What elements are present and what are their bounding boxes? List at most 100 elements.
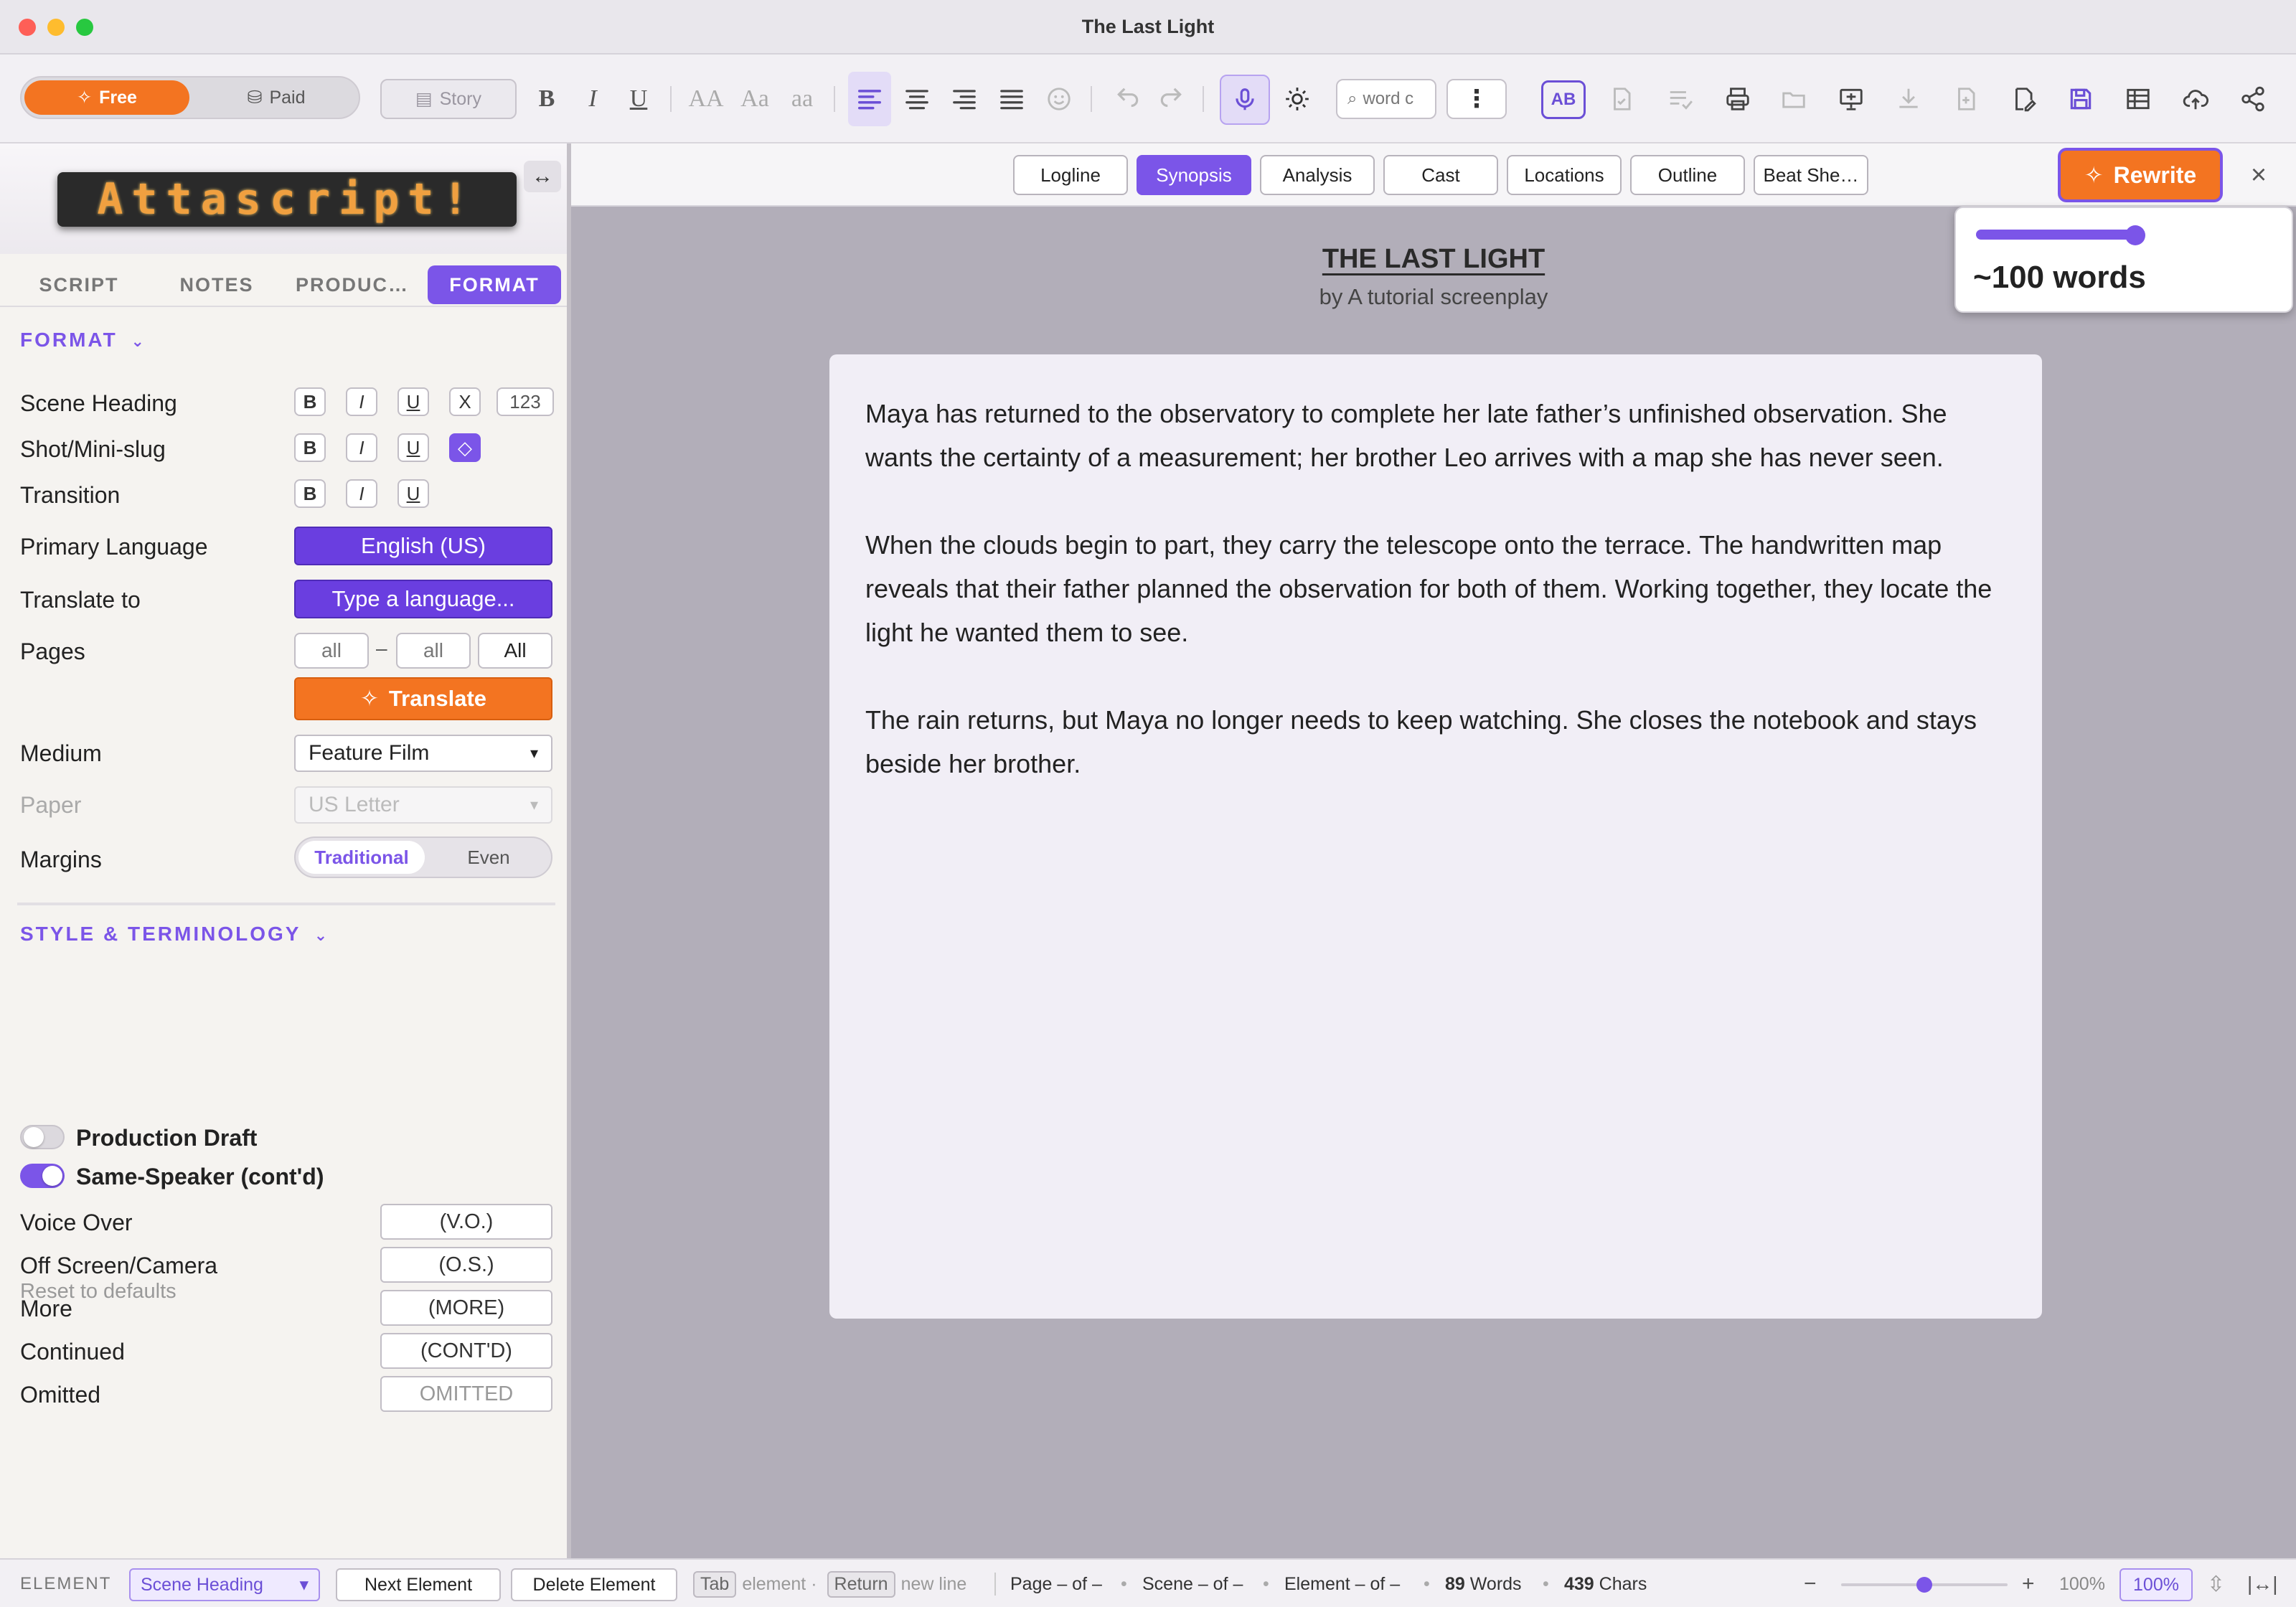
scene-heading-bold-button[interactable]: B	[294, 387, 326, 416]
print-icon[interactable]	[1719, 80, 1756, 118]
tab-locations[interactable]: Locations	[1507, 155, 1622, 195]
bold-icon[interactable]: B	[528, 79, 565, 119]
term-input-more[interactable]: (MORE)	[380, 1290, 552, 1326]
left-panel: Attascript! ↔ SCRIPT NOTES PRODUC… FORMA…	[0, 143, 571, 1558]
transition-underline-button[interactable]: U	[397, 479, 429, 508]
rewrite-button[interactable]: ✧ Rewrite	[2061, 151, 2220, 199]
save-icon[interactable]	[2062, 80, 2099, 118]
italic-icon[interactable]: I	[574, 79, 611, 119]
doc-check-icon[interactable]	[1603, 80, 1640, 118]
tab-format[interactable]: FORMAT	[428, 265, 561, 304]
margins-even-option[interactable]: Even	[428, 841, 550, 874]
new-doc-icon[interactable]	[1947, 80, 1985, 118]
logo-area: Attascript! ↔	[0, 143, 567, 254]
tab-analysis[interactable]: Analysis	[1260, 155, 1375, 195]
tab-beat-sheet[interactable]: Beat She…	[1754, 155, 1868, 195]
close-icon[interactable]: ×	[2241, 158, 2276, 192]
align-center-icon[interactable]	[898, 80, 936, 118]
presentation-icon[interactable]	[1832, 80, 1870, 118]
tab-script[interactable]: SCRIPT	[14, 265, 144, 304]
tab-outline[interactable]: Outline	[1630, 155, 1745, 195]
title-bar: The Last Light	[0, 0, 2296, 55]
undo-icon[interactable]	[1109, 80, 1147, 118]
zoom-in-button[interactable]: +	[2022, 1560, 2035, 1607]
tab-cast[interactable]: Cast	[1383, 155, 1498, 195]
brightness-icon[interactable]	[1279, 80, 1316, 118]
zoom-reset-button[interactable]: 100%	[2119, 1568, 2193, 1601]
synopsis-page[interactable]: Maya has returned to the observatory to …	[829, 354, 2042, 1319]
shot-bold-button[interactable]: B	[294, 433, 326, 462]
scene-heading-italic-button[interactable]: I	[346, 387, 377, 416]
plan-paid-button[interactable]: ⛁ Paid	[201, 80, 352, 115]
same-speaker-toggle[interactable]	[20, 1164, 65, 1188]
shot-underline-button[interactable]: U	[397, 433, 429, 462]
shot-diamond-icon[interactable]: ◇	[449, 433, 481, 462]
term-input-voice-over[interactable]: (V.O.)	[380, 1204, 552, 1240]
font-size-large-button[interactable]: AA	[683, 79, 729, 119]
toolbar-divider	[1091, 86, 1092, 112]
align-left-icon[interactable]	[848, 72, 891, 126]
medium-value: Feature Film	[309, 741, 430, 765]
fit-height-icon[interactable]: ⇳	[2207, 1560, 2225, 1607]
font-size-small-button[interactable]: aa	[781, 79, 824, 119]
zoom-out-button[interactable]: −	[1804, 1560, 1817, 1607]
font-size-medium-button[interactable]: Aa	[732, 79, 778, 119]
scene-heading-caps-button[interactable]: X	[449, 387, 481, 416]
table-icon[interactable]	[2119, 80, 2157, 118]
reset-defaults-link[interactable]: Reset to defaults	[20, 1280, 177, 1304]
translate-button[interactable]: ✧ Translate	[294, 677, 552, 720]
shot-italic-button[interactable]: I	[346, 433, 377, 462]
sparkle-icon: ✧	[359, 686, 379, 711]
share-icon[interactable]	[2234, 80, 2272, 118]
term-input-continued[interactable]: (CONT'D)	[380, 1333, 552, 1369]
pages-to-input[interactable]: all	[396, 633, 471, 669]
pages-all-button[interactable]: All	[478, 633, 552, 669]
length-slider-track[interactable]	[1976, 230, 2134, 240]
medium-select[interactable]: Feature Film ▾	[294, 735, 552, 772]
transition-bold-button[interactable]: B	[294, 479, 326, 508]
pages-from-input[interactable]: all	[294, 633, 369, 669]
justify-icon[interactable]	[993, 80, 1030, 118]
element-type-select[interactable]: Scene Heading ▾	[129, 1568, 320, 1601]
zoom-slider[interactable]	[1841, 1577, 2008, 1593]
microphone-icon[interactable]	[1220, 75, 1270, 125]
word-count-label: Words	[1469, 1573, 1522, 1594]
tab-production[interactable]: PRODUC…	[286, 265, 419, 304]
spellcheck-icon[interactable]: AB	[1541, 80, 1586, 119]
download-icon[interactable]	[1890, 80, 1927, 118]
keyboard-hints: Tab element · Return new line	[693, 1560, 966, 1607]
search-input[interactable]: ⌕ word c	[1336, 79, 1436, 119]
length-slider-handle[interactable]	[2125, 225, 2145, 245]
underline-icon[interactable]: U	[620, 79, 657, 119]
tab-logline[interactable]: Logline	[1013, 155, 1128, 195]
swap-icon[interactable]: ↔	[524, 161, 561, 192]
fit-width-icon[interactable]: |↔|	[2247, 1560, 2278, 1607]
zoom-slider-handle[interactable]	[1916, 1577, 1932, 1593]
redo-icon[interactable]	[1152, 80, 1190, 118]
story-button[interactable]: ▤ Story	[380, 79, 517, 119]
folder-icon[interactable]	[1775, 80, 1812, 118]
production-draft-toggle[interactable]	[20, 1125, 65, 1149]
scene-heading-underline-button[interactable]: U	[397, 387, 429, 416]
tab-notes[interactable]: NOTES	[152, 265, 281, 304]
cloud-upload-icon[interactable]	[2177, 80, 2214, 118]
tab-synopsis[interactable]: Synopsis	[1137, 155, 1251, 195]
margins-traditional-option[interactable]: Traditional	[298, 841, 425, 874]
format-section-header[interactable]: FORMAT ⌄	[20, 329, 146, 352]
char-count-value: 439	[1564, 1573, 1594, 1594]
primary-language-field[interactable]: English (US)	[294, 527, 552, 565]
transition-italic-button[interactable]: I	[346, 479, 377, 508]
scene-numbering-button[interactable]: 123	[497, 387, 554, 416]
checklist-icon[interactable]	[1662, 80, 1699, 118]
delete-element-button[interactable]: Delete Element	[511, 1568, 677, 1601]
term-input-omitted[interactable]: OMITTED	[380, 1376, 552, 1412]
translate-to-input[interactable]: Type a language...	[294, 580, 552, 618]
style-section-header[interactable]: STYLE & TERMINOLOGY ⌄	[20, 923, 329, 946]
align-right-icon[interactable]	[946, 80, 983, 118]
edit-doc-icon[interactable]	[2005, 80, 2042, 118]
next-element-button[interactable]: Next Element	[336, 1568, 501, 1601]
more-options-button[interactable]: ⋮	[1446, 79, 1507, 119]
emoji-icon[interactable]	[1040, 80, 1078, 118]
term-input-off-screen[interactable]: (O.S.)	[380, 1247, 552, 1283]
plan-free-button[interactable]: ✧ Free	[24, 80, 189, 115]
